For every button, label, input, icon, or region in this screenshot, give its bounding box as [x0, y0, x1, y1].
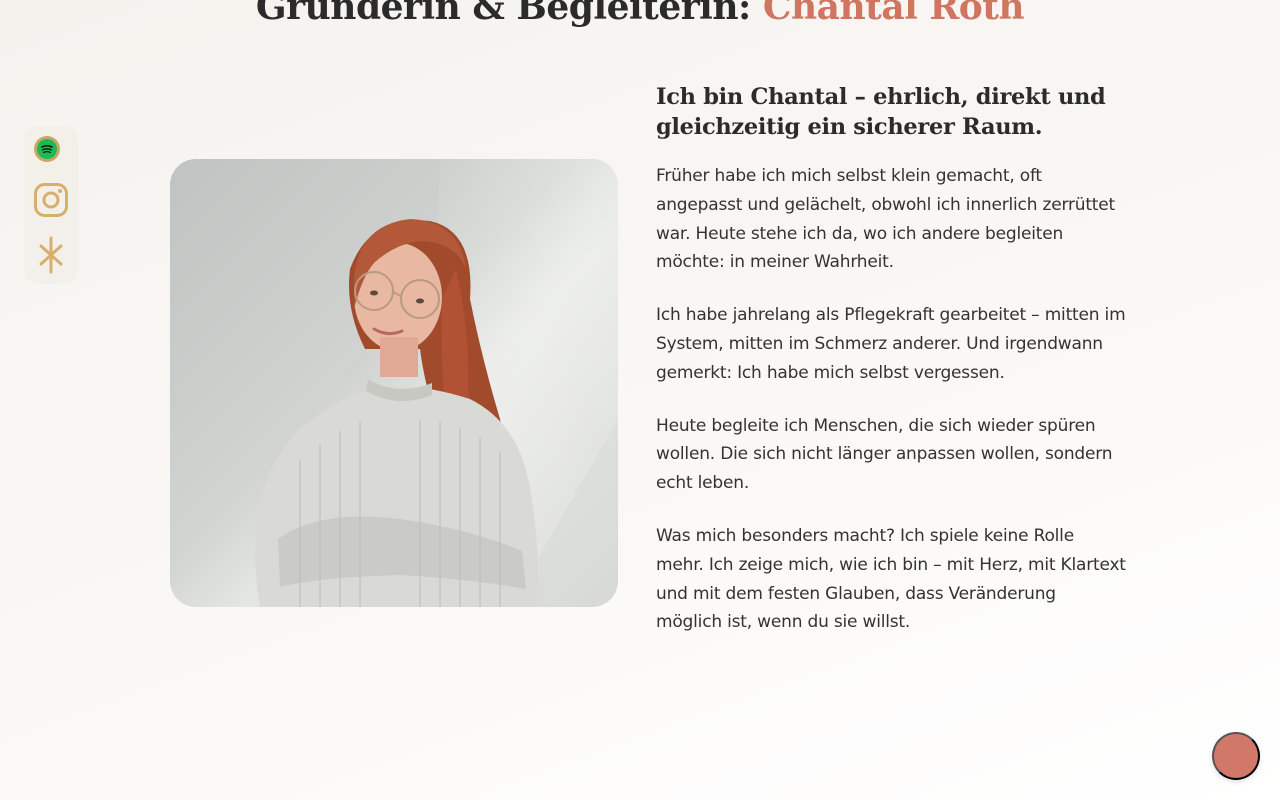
page-title-prefix: Gründerin & Begleiterin:: [255, 0, 763, 28]
floating-action-button[interactable]: [1212, 732, 1260, 780]
asterisk-icon[interactable]: [36, 236, 66, 274]
portrait-photo: [170, 159, 618, 607]
about-section: Ich bin Chantal – ehrlich, direkt und gl…: [656, 82, 1126, 637]
social-sidebar: [24, 126, 78, 284]
page-title: Gründerin & Begleiterin: Chantal Röth: [0, 0, 1280, 28]
page-title-name: Chantal Röth: [762, 0, 1025, 28]
instagram-icon[interactable]: [33, 182, 69, 218]
about-paragraph: Ich habe jahrelang als Pflegekraft gearb…: [656, 305, 1126, 383]
spotify-icon[interactable]: [34, 136, 60, 162]
about-heading: Ich bin Chantal – ehrlich, direkt und gl…: [656, 84, 1106, 140]
about-paragraph: Heute begleite ich Menschen, die sich wi…: [656, 415, 1113, 494]
about-paragraph: Früher habe ich mich selbst klein gemach…: [656, 166, 1115, 273]
about-paragraph: Was mich besonders macht? Ich spiele kei…: [656, 525, 1126, 633]
